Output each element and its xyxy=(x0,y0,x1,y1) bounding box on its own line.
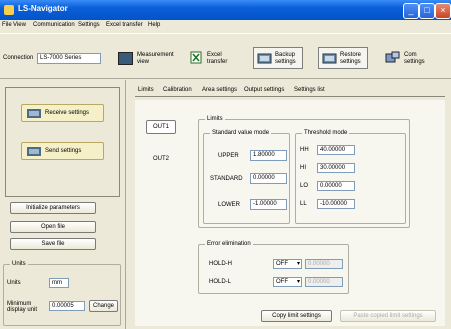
chevron-down-icon: ▾ xyxy=(296,279,300,285)
app-icon xyxy=(4,5,14,15)
out1-button[interactable]: OUT1 xyxy=(146,120,176,134)
hh-field[interactable]: 40.00000 xyxy=(317,145,355,155)
tab-output-settings[interactable]: Output settings xyxy=(244,87,284,93)
upper-field[interactable]: 1.80000 xyxy=(250,150,287,161)
settings-transfer-panel: Receive settings Send settings xyxy=(5,87,120,197)
units-field[interactable]: mm xyxy=(49,278,69,288)
lo-label: LO xyxy=(300,183,309,189)
ll-label: LL xyxy=(300,201,307,207)
send-icon xyxy=(27,147,41,156)
out2-button[interactable]: OUT2 xyxy=(146,152,176,166)
measurement-view-icon xyxy=(118,52,133,65)
hi-field[interactable]: 30.00000 xyxy=(317,163,355,173)
units-group: Units Units mm Minimum display unit 0.00… xyxy=(3,261,121,326)
ll-field[interactable]: -10.00000 xyxy=(317,199,355,209)
error-elimination-group: Error elimination HOLD-H OFF ▾ 0.00000 H… xyxy=(198,241,349,294)
open-file-button[interactable]: Open file xyxy=(10,221,96,233)
hh-label: HH xyxy=(300,147,309,153)
lower-field[interactable]: -1.00000 xyxy=(250,199,287,210)
receive-settings-button[interactable]: Receive settings xyxy=(21,104,104,122)
threshold-mode-title: Threshold mode xyxy=(302,130,350,136)
menu-communication[interactable]: Communication xyxy=(33,22,75,28)
limits-group: Limits Standard value mode UPPER 1.80000… xyxy=(198,116,410,228)
tab-area-settings[interactable]: Area settings xyxy=(202,87,237,93)
min-display-label: Minimum display unit xyxy=(7,301,38,313)
connection-select[interactable]: LS-7000 Series xyxy=(37,53,101,64)
maximize-button[interactable]: □ xyxy=(419,3,435,19)
upper-label: UPPER xyxy=(218,153,239,159)
units-group-title: Units xyxy=(10,261,28,267)
copy-limit-settings-button[interactable]: Copy limit settings xyxy=(261,310,332,322)
lo-field[interactable]: 0.00000 xyxy=(317,181,355,191)
window-title: LS-Navigator xyxy=(18,4,68,13)
menu-help[interactable]: Help xyxy=(148,22,160,28)
tab-calibration[interactable]: Calibration xyxy=(163,87,192,93)
receive-icon xyxy=(27,109,41,118)
holdh-label: HOLD-H xyxy=(209,261,233,267)
units-label: Units xyxy=(7,280,21,286)
standard-label: STANDARD xyxy=(210,176,243,182)
error-elimination-title: Error elimination xyxy=(205,241,253,247)
menu-file[interactable]: File xyxy=(2,22,12,28)
toolbar: Connection LS-7000 Series Measurement vi… xyxy=(0,33,451,79)
tab-settings-list[interactable]: Settings list xyxy=(294,87,325,93)
paste-limit-settings-button: Paste copied limit settings xyxy=(340,310,436,322)
tab-limits[interactable]: Limits xyxy=(138,87,154,93)
menu-bar: File View Communication Settings Excel t… xyxy=(0,20,451,32)
holdl-label: HOLD-L xyxy=(209,279,232,285)
holdl-field: 0.00000 xyxy=(305,277,343,287)
restore-settings-button[interactable]: Restore settings xyxy=(318,47,368,69)
limits-panel: OUT1 OUT2 Limits Standard value mode UPP… xyxy=(135,100,445,326)
menu-excel-transfer[interactable]: Excel transfer xyxy=(106,22,143,28)
holdh-field: 0.00000 xyxy=(305,259,343,269)
com-settings-button[interactable]: Com settings xyxy=(404,52,425,66)
excel-transfer-button[interactable]: Excel transfer xyxy=(207,52,227,66)
limits-group-title: Limits xyxy=(205,116,225,122)
standard-field[interactable]: 0.00000 xyxy=(250,173,287,184)
restore-icon xyxy=(322,53,337,64)
min-display-field[interactable]: 0.00005 xyxy=(49,301,85,311)
minimize-button[interactable]: _ xyxy=(403,3,419,19)
chevron-down-icon: ▾ xyxy=(296,261,300,267)
initialize-parameters-button[interactable]: Initialize parameters xyxy=(10,202,96,214)
save-file-button[interactable]: Save file xyxy=(10,238,96,250)
change-button[interactable]: Change xyxy=(89,300,118,312)
standard-mode-group: Standard value mode UPPER 1.80000 STANDA… xyxy=(203,130,290,224)
holdl-select[interactable]: OFF ▾ xyxy=(273,277,302,287)
sidebar: Receive settings Send settings Initializ… xyxy=(0,80,126,329)
lower-label: LOWER xyxy=(218,202,241,208)
tab-bar: Limits Calibration Area settings Output … xyxy=(135,87,445,97)
backup-icon xyxy=(257,53,272,64)
menu-settings[interactable]: Settings xyxy=(78,22,100,28)
send-settings-button[interactable]: Send settings xyxy=(21,142,104,160)
threshold-mode-group: Threshold mode HH 40.00000 HI 30.00000 L… xyxy=(295,130,406,224)
excel-transfer-icon xyxy=(190,51,202,64)
title-bar: LS-Navigator _ □ × xyxy=(0,0,451,20)
holdh-select[interactable]: OFF ▾ xyxy=(273,259,302,269)
standard-mode-title: Standard value mode xyxy=(210,130,272,136)
menu-view[interactable]: View xyxy=(13,22,26,28)
connection-label: Connection xyxy=(3,55,34,61)
close-button[interactable]: × xyxy=(435,3,451,19)
measurement-view-button[interactable]: Measurement view xyxy=(137,52,174,66)
backup-settings-button[interactable]: Backup settings xyxy=(253,47,303,69)
com-settings-icon xyxy=(385,51,400,63)
hi-label: HI xyxy=(300,165,306,171)
